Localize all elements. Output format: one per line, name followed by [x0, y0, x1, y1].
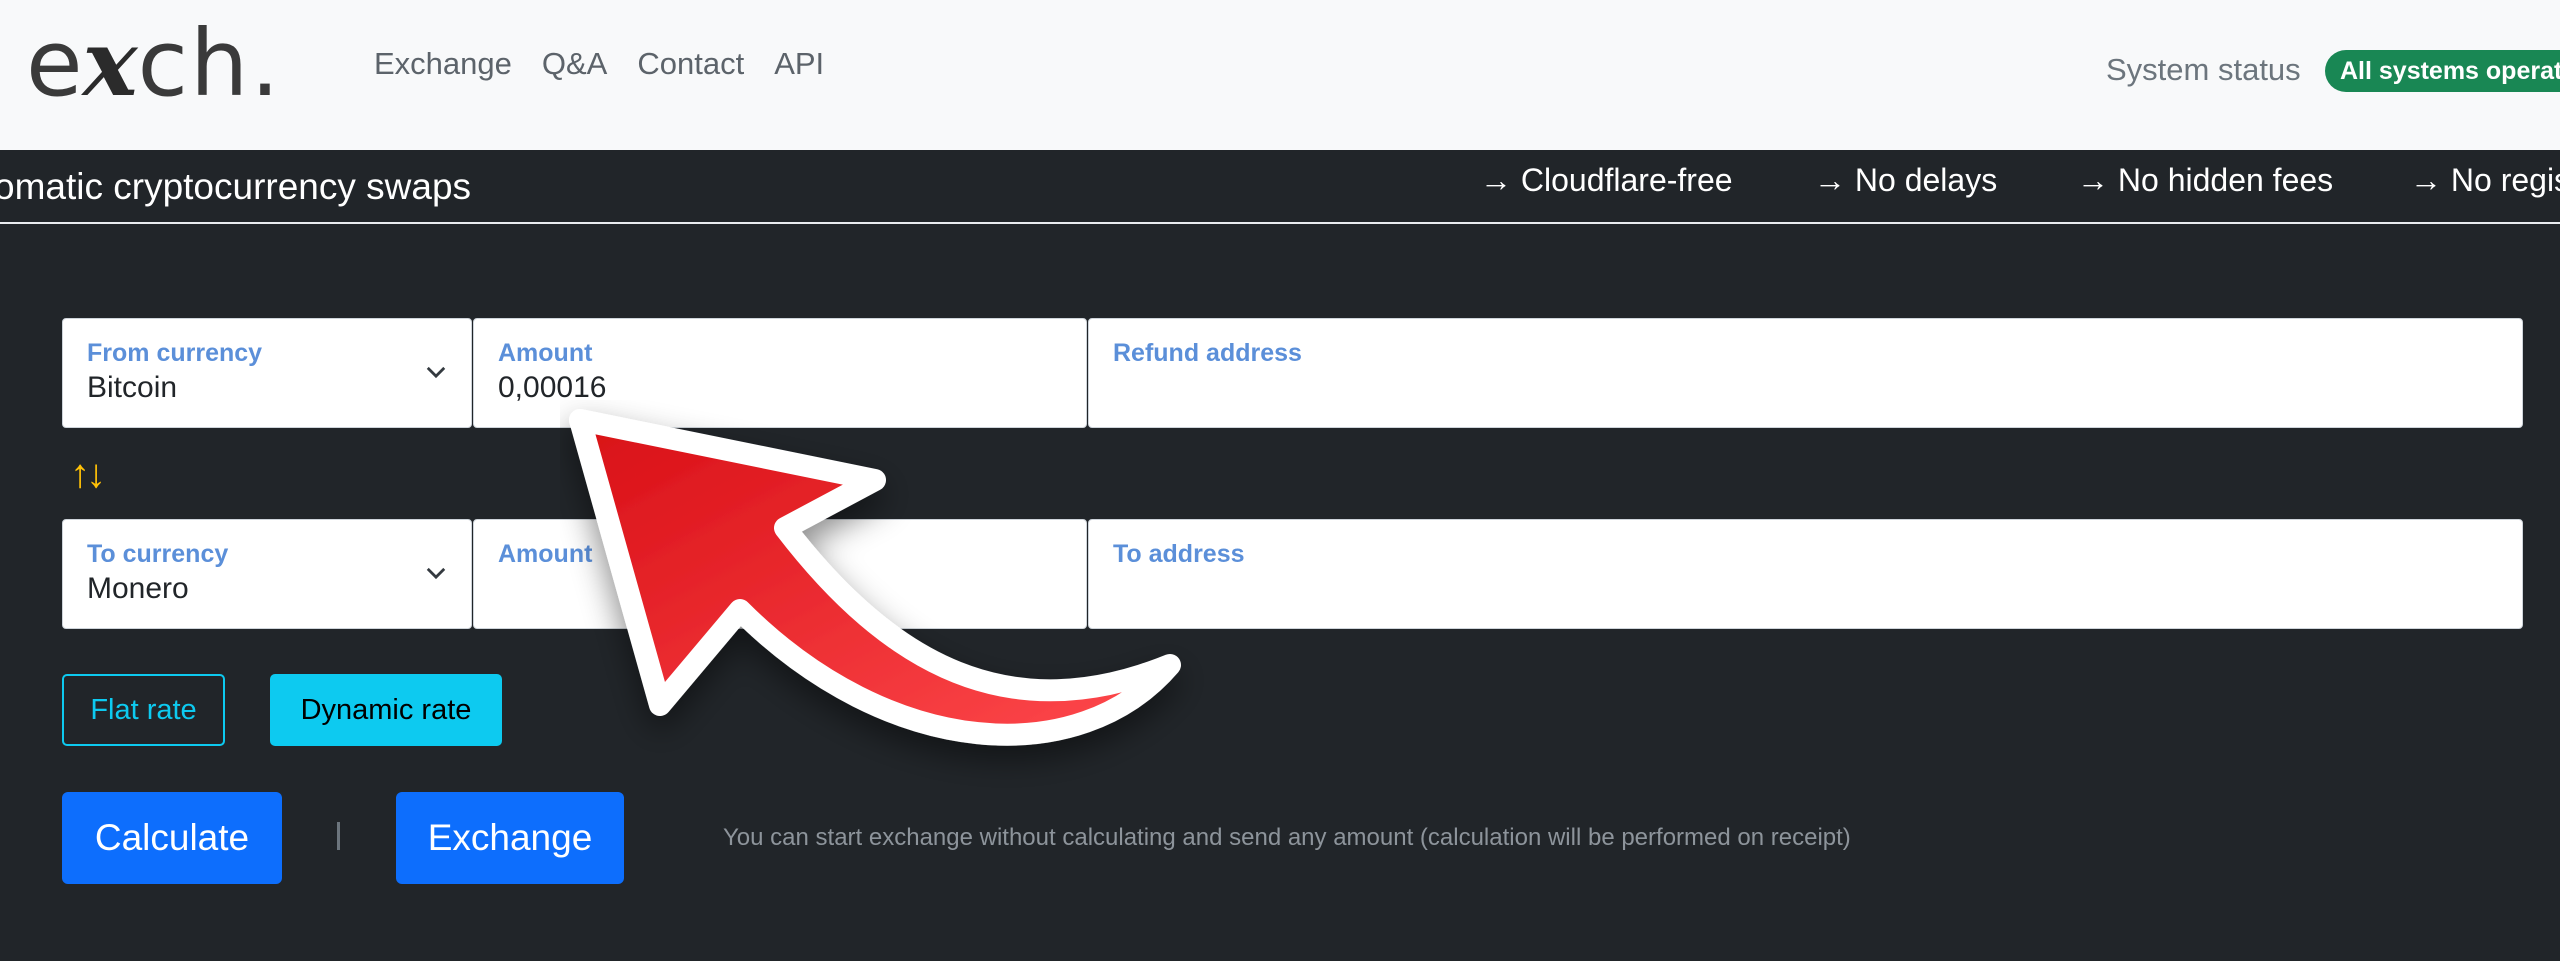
- button-separator: [337, 822, 340, 850]
- feature-marquee: omatic cryptocurrency swaps → Cloudflare…: [0, 152, 2560, 224]
- feature-no-delays: → No delays: [1814, 162, 1998, 198]
- nav-contact[interactable]: Contact: [637, 46, 744, 82]
- feature-cloudflare-free: → Cloudflare-free: [1480, 162, 1733, 198]
- exchange-hint: You can start exchange without calculati…: [723, 824, 1851, 851]
- main-nav: Exchange Q&A Contact API: [374, 46, 824, 82]
- from-currency-value: Bitcoin: [87, 371, 178, 404]
- from-currency-select[interactable]: From currency Bitcoin: [62, 318, 472, 428]
- system-status-label[interactable]: System status: [2106, 52, 2301, 88]
- flat-rate-button[interactable]: Flat rate: [62, 674, 225, 746]
- nav-exchange[interactable]: Exchange: [374, 46, 512, 82]
- from-amount-value: 0,00016: [498, 371, 607, 404]
- exchange-button[interactable]: Exchange: [396, 792, 624, 884]
- refund-address-label: Refund address: [1113, 339, 1302, 367]
- status-badge[interactable]: All systems operati: [2325, 50, 2560, 92]
- dynamic-rate-button[interactable]: Dynamic rate: [270, 674, 502, 746]
- chevron-down-icon: [426, 567, 446, 580]
- nav-api[interactable]: API: [774, 46, 824, 82]
- chevron-down-icon: [426, 366, 446, 379]
- from-amount-input[interactable]: Amount 0,00016: [473, 318, 1087, 428]
- header: e x ch. Exchange Q&A Contact API System st…: [0, 0, 2560, 150]
- nav-qa[interactable]: Q&A: [542, 46, 607, 82]
- feature-no-registration: → No regis: [2410, 162, 2560, 198]
- refund-address-input[interactable]: Refund address: [1088, 318, 2523, 428]
- calculate-button[interactable]: Calculate: [62, 792, 282, 884]
- from-currency-label: From currency: [87, 339, 263, 367]
- to-currency-label: To currency: [87, 540, 229, 568]
- to-currency-value: Monero: [87, 572, 189, 605]
- logo-x-mark: x: [82, 9, 140, 117]
- to-amount-input[interactable]: Amount: [473, 519, 1087, 629]
- marquee-tagline: omatic cryptocurrency swaps: [0, 166, 472, 207]
- to-address-label: To address: [1113, 540, 1245, 568]
- swap-arrows-icon[interactable]: ↑↓: [70, 452, 106, 497]
- to-address-input[interactable]: To address: [1088, 519, 2523, 629]
- logo-text-end: ch.: [137, 9, 282, 117]
- logo-text-start: e: [26, 9, 85, 117]
- from-amount-label: Amount: [498, 339, 593, 367]
- feature-no-hidden-fees: → No hidden fees: [2077, 162, 2334, 198]
- logo[interactable]: e x ch.: [26, 9, 282, 117]
- to-currency-select[interactable]: To currency Monero: [62, 519, 472, 629]
- to-amount-label: Amount: [498, 540, 593, 568]
